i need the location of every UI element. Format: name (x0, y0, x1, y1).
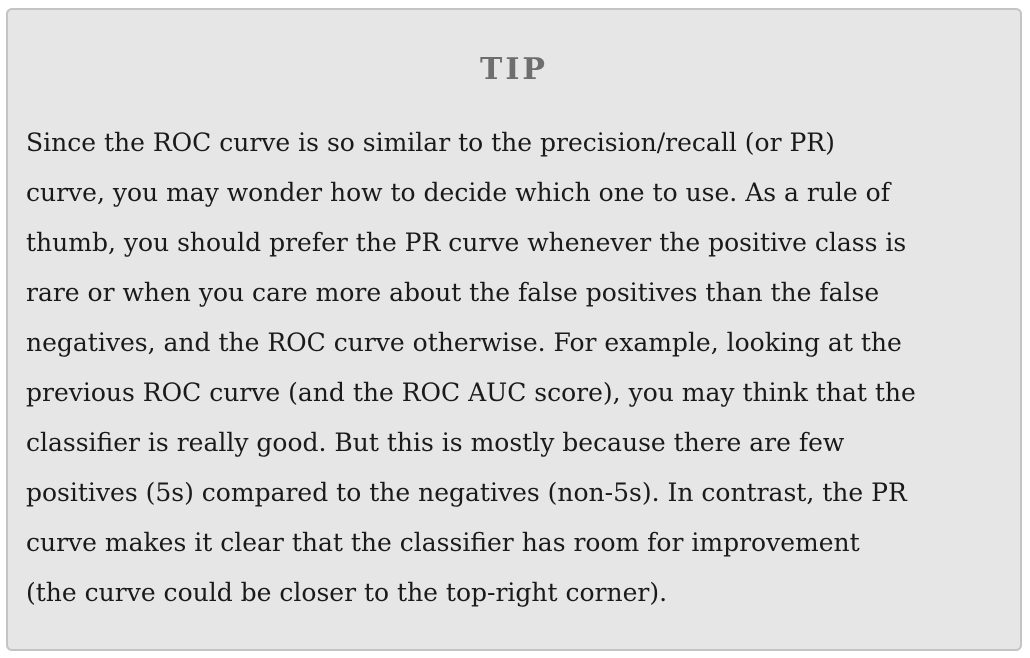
tip-text-line: classifier is really good. But this is m… (26, 428, 845, 457)
tip-text-line: negatives, and the ROC curve otherwise. … (26, 328, 902, 357)
tip-text-line: rare or when you care more about the fal… (26, 278, 880, 307)
tip-title: TIP (480, 52, 548, 87)
tip-body: Since the ROC curve is so similar to the… (26, 118, 1011, 618)
tip-text-line: thumb, you should prefer the PR curve wh… (26, 228, 907, 257)
tip-text-line: previous ROC curve (and the ROC AUC scor… (26, 378, 916, 407)
tip-text-line: curve, you may wonder how to decide whic… (26, 178, 890, 207)
tip-text-line: (the curve could be closer to the top-ri… (26, 578, 668, 607)
tip-text-line: positives (5s) compared to the negatives… (26, 478, 907, 507)
tip-text-line: curve makes it clear that the classifier… (26, 528, 860, 557)
tip-text-line: Since the ROC curve is so similar to the… (26, 128, 835, 157)
tip-callout: TIP Since the ROC curve is so similar to… (6, 8, 1022, 651)
